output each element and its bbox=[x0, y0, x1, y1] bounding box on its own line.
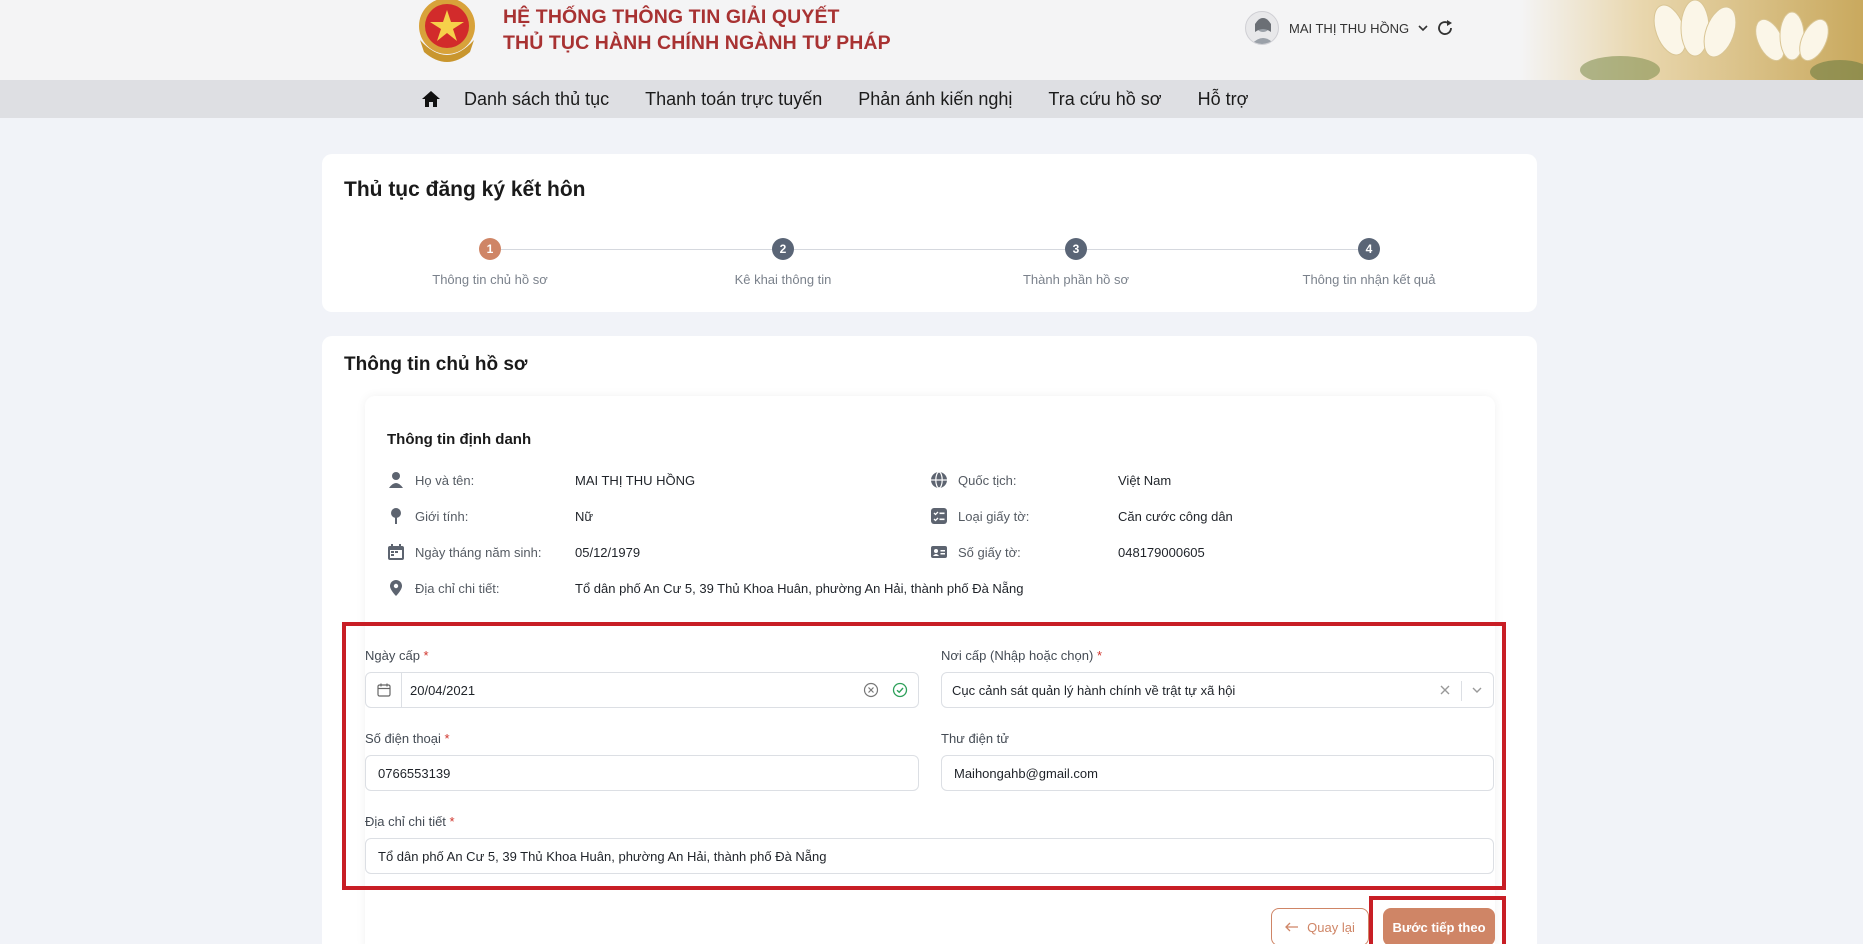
user-name: MAI THỊ THU HỒNG bbox=[1289, 20, 1410, 36]
stepper: 1 Thông tin chủ hồ sơ 2 Kê khai thông ti… bbox=[322, 236, 1537, 296]
page-title: Thủ tục đăng ký kết hôn bbox=[344, 178, 586, 201]
section-title: Thông tin chủ hồ sơ bbox=[344, 354, 528, 375]
info-nationality: Quốc tịch: Việt Nam bbox=[930, 470, 1171, 490]
address-value: Tổ dân phố An Cư 5, 39 Thủ Khoa Huân, ph… bbox=[575, 580, 1024, 596]
calendar-icon bbox=[388, 544, 404, 560]
nav-item-lookup[interactable]: Tra cứu hồ sơ bbox=[1048, 89, 1161, 110]
check-circle-icon bbox=[892, 682, 908, 698]
emblem-logo bbox=[419, 0, 475, 62]
document-list-icon bbox=[931, 508, 947, 524]
step-1-number: 1 bbox=[479, 238, 501, 260]
step-1-label: Thông tin chủ hồ sơ bbox=[432, 272, 548, 287]
doc-type-label: Loại giấy tờ: bbox=[958, 508, 1030, 524]
system-title-line2: THỦ TỤC HÀNH CHÍNH NGÀNH TƯ PHÁP bbox=[503, 32, 891, 54]
next-step-label: Bước tiếp theo bbox=[1392, 919, 1486, 935]
required-marker: * bbox=[423, 648, 429, 663]
required-marker: * bbox=[449, 814, 455, 829]
system-title: HỆ THỐNG THÔNG TIN GIẢI QUYẾT THỦ TỤC HÀ… bbox=[503, 4, 891, 56]
procedure-card: Thủ tục đăng ký kết hôn 1 Thông tin chủ … bbox=[322, 154, 1537, 312]
home-icon[interactable] bbox=[420, 88, 442, 110]
step-3[interactable]: 3 Thành phần hồ sơ bbox=[956, 236, 1196, 287]
issue-date-label-text: Ngày cấp bbox=[365, 648, 420, 663]
address-detail-field[interactable]: Tổ dân phố An Cư 5, 39 Thủ Khoa Huân, ph… bbox=[365, 838, 1494, 874]
address-detail-label: Địa chỉ chi tiết * bbox=[365, 814, 455, 829]
calendar-icon[interactable] bbox=[366, 673, 402, 707]
nav-item-procedures[interactable]: Danh sách thủ tục bbox=[464, 89, 609, 110]
step-3-number: 3 bbox=[1065, 238, 1087, 260]
step-2-label: Kê khai thông tin bbox=[734, 272, 832, 287]
issue-date-value: 20/04/2021 bbox=[410, 682, 476, 698]
globe-icon bbox=[931, 471, 947, 489]
nationality-value: Việt Nam bbox=[1118, 472, 1172, 488]
info-full-name: Họ và tên: MAI THỊ THU HỒNG bbox=[387, 470, 695, 490]
select-divider bbox=[1461, 681, 1462, 701]
next-step-button[interactable]: Bước tiếp theo bbox=[1383, 908, 1495, 944]
full-name-value: MAI THỊ THU HỒNG bbox=[575, 472, 696, 488]
lotus-decoration bbox=[1520, 0, 1863, 80]
nav-item-support[interactable]: Hỗ trợ bbox=[1198, 89, 1249, 110]
clear-icon[interactable] bbox=[863, 682, 879, 698]
phone-label: Số điện thoại * bbox=[365, 731, 450, 746]
user-menu[interactable]: MAI THỊ THU HỒNG bbox=[1245, 10, 1429, 46]
address-detail-label-text: Địa chỉ chi tiết bbox=[365, 814, 446, 829]
required-marker: * bbox=[1096, 648, 1103, 663]
phone-label-text: Số điện thoại bbox=[365, 731, 441, 746]
gender-value: Nữ bbox=[575, 508, 594, 524]
chevron-down-icon[interactable] bbox=[1470, 683, 1484, 697]
step-1[interactable]: 1 Thông tin chủ hồ sơ bbox=[370, 236, 610, 287]
doc-type-value: Căn cước công dân bbox=[1118, 508, 1233, 524]
user-icon bbox=[389, 472, 403, 488]
back-button[interactable]: Quay lại bbox=[1271, 908, 1369, 944]
identity-title: Thông tin định danh bbox=[387, 431, 532, 448]
info-gender: Giới tính: Nữ bbox=[387, 506, 593, 526]
main-nav: Danh sách thủ tục Thanh toán trực tuyến … bbox=[0, 80, 1863, 118]
stepper-line bbox=[490, 249, 1370, 250]
doc-number-value: 048179000605 bbox=[1118, 544, 1205, 560]
system-title-line1: HỆ THỐNG THÔNG TIN GIẢI QUYẾT bbox=[503, 6, 840, 28]
gender-label: Giới tính: bbox=[415, 508, 469, 524]
full-name-label: Họ và tên: bbox=[415, 472, 475, 488]
step-4-number: 4 bbox=[1358, 238, 1380, 260]
refresh-icon[interactable] bbox=[1434, 17, 1456, 39]
back-button-label: Quay lại bbox=[1307, 919, 1355, 935]
issue-place-label-text: Nơi cấp (Nhập hoặc chọn) bbox=[941, 648, 1094, 663]
issue-date-label: Ngày cấp * bbox=[365, 648, 429, 663]
address-detail-value: Tổ dân phố An Cư 5, 39 Thủ Khoa Huân, ph… bbox=[378, 848, 827, 864]
step-3-label: Thành phần hồ sơ bbox=[1022, 272, 1130, 287]
issue-place-value: Cục cảnh sát quản lý hành chính về trật … bbox=[952, 682, 1236, 698]
location-icon bbox=[390, 580, 402, 596]
step-2-number: 2 bbox=[772, 238, 794, 260]
step-4[interactable]: 4 Thông tin nhận kết quả bbox=[1249, 236, 1489, 287]
gender-icon bbox=[391, 508, 401, 524]
info-doc-type: Loại giấy tờ: Căn cước công dân bbox=[930, 506, 1233, 526]
chevron-down-icon bbox=[1418, 25, 1428, 32]
doc-number-label: Số giấy tờ: bbox=[958, 544, 1021, 560]
step-2[interactable]: 2 Kê khai thông tin bbox=[663, 236, 903, 287]
clear-icon[interactable] bbox=[1438, 683, 1452, 697]
nav-item-feedback[interactable]: Phản ánh kiến nghị bbox=[858, 89, 1012, 110]
info-doc-number: Số giấy tờ: 048179000605 bbox=[930, 542, 1205, 562]
email-field[interactable]: Maihongahb@gmail.com bbox=[941, 755, 1494, 791]
dob-value: 05/12/1979 bbox=[575, 544, 641, 560]
issue-place-label: Nơi cấp (Nhập hoặc chọn) * bbox=[941, 648, 1102, 663]
info-dob: Ngày tháng năm sinh: 05/12/1979 bbox=[387, 542, 640, 562]
id-card-icon bbox=[931, 546, 947, 558]
avatar bbox=[1245, 11, 1279, 45]
step-4-label: Thông tin nhận kết quả bbox=[1302, 272, 1436, 287]
nav-item-payment[interactable]: Thanh toán trực tuyến bbox=[645, 89, 822, 110]
required-marker: * bbox=[444, 731, 450, 746]
address-label: Địa chỉ chi tiết: bbox=[415, 580, 500, 596]
dob-label: Ngày tháng năm sinh: bbox=[415, 544, 542, 560]
phone-value: 0766553139 bbox=[378, 765, 451, 781]
top-header: HỆ THỐNG THÔNG TIN GIẢI QUYẾT THỦ TỤC HÀ… bbox=[0, 0, 1863, 80]
email-label-text: Thư điện tử bbox=[941, 731, 1009, 746]
phone-field[interactable]: 0766553139 bbox=[365, 755, 919, 791]
email-value: Maihongahb@gmail.com bbox=[954, 765, 1098, 781]
arrow-left-icon bbox=[1285, 922, 1299, 932]
info-address: Địa chỉ chi tiết: Tổ dân phố An Cư 5, 39… bbox=[387, 578, 1024, 598]
issue-date-picker[interactable]: 20/04/2021 bbox=[365, 672, 919, 708]
nationality-label: Quốc tịch: bbox=[958, 472, 1017, 488]
issue-place-select[interactable]: Cục cảnh sát quản lý hành chính về trật … bbox=[941, 672, 1494, 708]
email-label: Thư điện tử bbox=[941, 731, 1009, 746]
